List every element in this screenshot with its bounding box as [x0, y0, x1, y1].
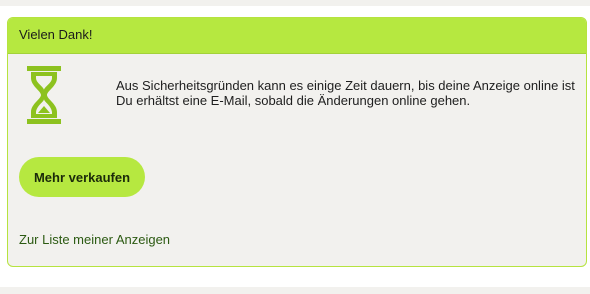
hourglass-icon	[27, 66, 61, 124]
top-divider	[0, 0, 590, 6]
panel-title: Vielen Dank!	[19, 27, 93, 42]
sell-more-button[interactable]: Mehr verkaufen	[19, 157, 145, 197]
message-line-1: Aus Sicherheitsgründen kann es einige Ze…	[116, 78, 575, 93]
my-ads-list-link[interactable]: Zur Liste meiner Anzeigen	[19, 232, 170, 247]
confirmation-panel: Vielen Dank! Aus Sicherheitsgründen kann…	[7, 17, 587, 267]
bottom-divider	[0, 287, 590, 294]
confirmation-message: Aus Sicherheitsgründen kann es einige Ze…	[116, 78, 586, 108]
message-line-2: Du erhältst eine E-Mail, sobald die Ände…	[116, 93, 471, 108]
panel-header: Vielen Dank!	[8, 18, 586, 54]
